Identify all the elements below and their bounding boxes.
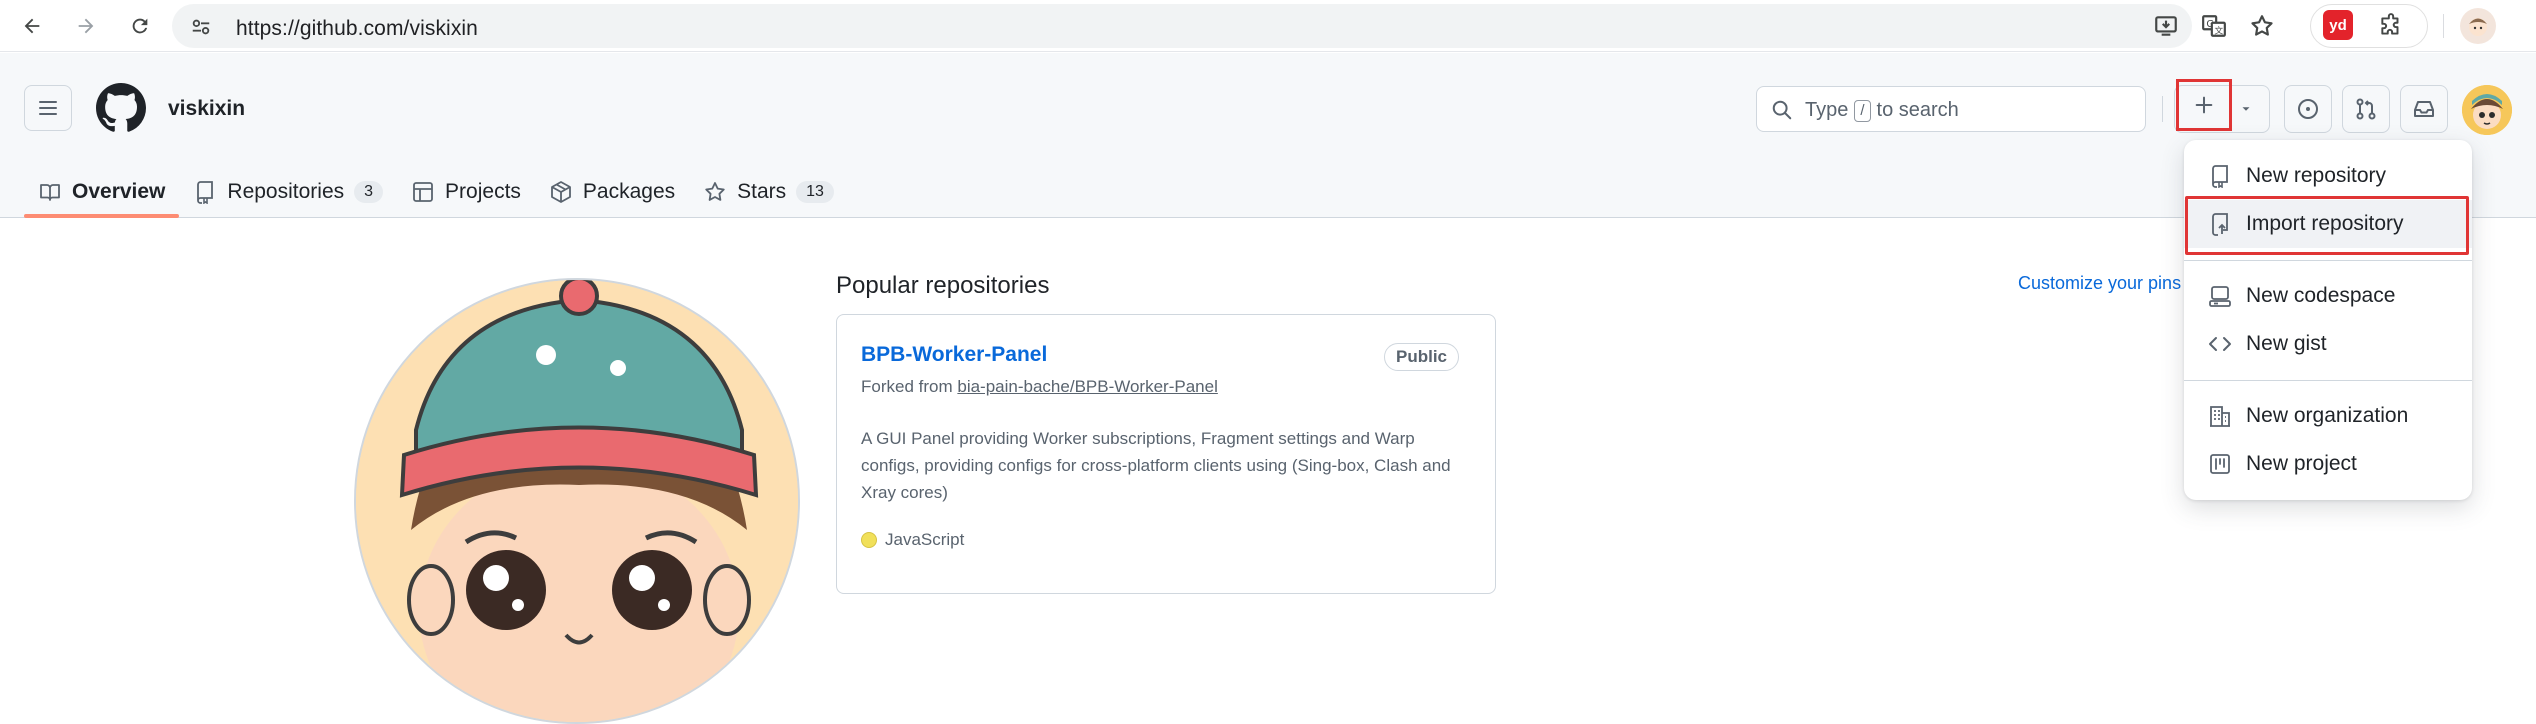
stars-count: 13 xyxy=(796,181,834,203)
menu-item-import-repository[interactable]: Import repository xyxy=(2184,200,2472,248)
visibility-badge: Public xyxy=(1383,343,1459,371)
create-new-dropdown[interactable] xyxy=(2234,97,2258,121)
create-new-menu: New repository Import repository New cod… xyxy=(2184,140,2472,500)
book-icon xyxy=(40,184,60,201)
tab-label: Packages xyxy=(582,180,676,203)
tab-label: Overview xyxy=(72,180,166,203)
open-global-nav-button[interactable] xyxy=(24,85,72,131)
package-icon xyxy=(551,181,571,203)
repo-name-link[interactable]: BPB-Worker-Panel xyxy=(861,343,1047,367)
extensions-puzzle-icon[interactable] xyxy=(2377,12,2405,40)
search-placeholder-prefix: Type xyxy=(1805,99,1849,121)
inbox-button[interactable] xyxy=(2400,85,2448,133)
menu-item-label: New organization xyxy=(2246,404,2409,427)
hamburger-icon xyxy=(39,101,57,115)
repo-push-icon xyxy=(2212,213,2228,236)
install-app-icon[interactable] xyxy=(2152,12,2180,40)
forked-from-label: Forked from xyxy=(861,377,953,396)
menu-divider xyxy=(2184,260,2472,261)
menu-item-new-project[interactable]: New project xyxy=(2184,440,2472,488)
repo-language: JavaScript xyxy=(861,530,964,550)
url-text: https://github.com/viskixin xyxy=(236,17,478,40)
customize-pins-link[interactable]: Customize your pins xyxy=(2018,273,2181,294)
search-icon xyxy=(1772,100,1792,120)
organization-icon xyxy=(2210,406,2230,427)
code-icon xyxy=(2209,337,2231,351)
language-label: JavaScript xyxy=(885,530,965,549)
tab-repositories[interactable]: Repositories 3 xyxy=(179,166,397,218)
repo-description: A GUI Panel providing Worker subscriptio… xyxy=(861,429,1451,502)
star-icon xyxy=(705,182,725,201)
user-avatar[interactable] xyxy=(2462,85,2512,135)
menu-item-label: New gist xyxy=(2246,332,2327,355)
tab-label: Projects xyxy=(445,180,521,203)
profile-tabs: Overview Repositories 3 Projects Package… xyxy=(24,166,848,218)
menu-item-new-repository[interactable]: New repository xyxy=(2184,152,2472,200)
site-settings-icon xyxy=(192,19,210,35)
arrow-left-icon xyxy=(24,18,40,34)
address-bar[interactable]: https://github.com/viskixin xyxy=(172,4,2192,48)
pinned-repo-card: BPB-Worker-Panel Public Forked from bia-… xyxy=(836,314,1496,594)
table-icon xyxy=(413,182,433,202)
header-separator xyxy=(2162,96,2163,122)
tab-label: Stars xyxy=(737,180,787,203)
git-pull-request-icon xyxy=(2356,98,2376,120)
toolbar-separator xyxy=(2443,14,2444,38)
tab-stars[interactable]: Stars 13 xyxy=(689,166,848,218)
tab-label: Repositories xyxy=(227,180,345,203)
svg-text:文: 文 xyxy=(2215,25,2224,37)
youdao-extension-icon[interactable]: yd xyxy=(2323,10,2353,40)
profile-avatar-icon[interactable] xyxy=(2460,8,2496,44)
issues-button[interactable] xyxy=(2284,85,2332,133)
menu-divider xyxy=(2184,380,2472,381)
triangle-down-icon xyxy=(2242,107,2250,111)
search-shortcut-key: / xyxy=(1854,99,1871,122)
search-placeholder-suffix: to search xyxy=(1876,99,1959,121)
pull-requests-button[interactable] xyxy=(2342,85,2390,133)
forward-button[interactable] xyxy=(70,10,102,42)
tab-projects[interactable]: Projects xyxy=(397,166,535,218)
popular-repositories-heading: Popular repositories xyxy=(836,272,1050,299)
plus-icon xyxy=(2195,96,2213,114)
menu-item-label: New repository xyxy=(2246,164,2387,187)
profile-avatar[interactable] xyxy=(354,278,800,724)
reload-icon xyxy=(132,18,148,34)
context-username[interactable]: viskixin xyxy=(168,97,245,121)
forked-source-link[interactable]: bia-pain-bache/BPB-Worker-Panel xyxy=(957,377,1217,396)
repo-icon xyxy=(197,181,214,204)
github-header: viskixin Type / to search Overview Repos… xyxy=(0,53,2536,218)
issue-opened-icon xyxy=(2298,99,2318,119)
repositories-count: 3 xyxy=(354,181,384,203)
tab-overview[interactable]: Overview xyxy=(24,166,180,218)
translate-icon[interactable]: G文 xyxy=(2200,12,2228,40)
menu-item-label: New project xyxy=(2246,452,2357,475)
back-button[interactable] xyxy=(16,10,48,42)
browser-toolbar: https://github.com/viskixin G文 yd xyxy=(0,0,2536,52)
language-color-dot xyxy=(861,532,877,548)
bookmark-star-icon[interactable] xyxy=(2248,12,2276,40)
search-placeholder: Type / to search xyxy=(1805,99,1959,122)
project-icon xyxy=(2210,454,2230,474)
codespaces-icon xyxy=(2209,286,2231,307)
inbox-icon xyxy=(2414,101,2434,117)
menu-item-label: New codespace xyxy=(2246,284,2396,307)
arrow-right-icon xyxy=(78,18,94,34)
create-new-button[interactable] xyxy=(2176,79,2232,131)
menu-item-new-codespace[interactable]: New codespace xyxy=(2184,272,2472,320)
menu-item-label: Import repository xyxy=(2246,212,2404,235)
menu-item-new-organization[interactable]: New organization xyxy=(2184,392,2472,440)
github-logo-icon[interactable] xyxy=(96,83,146,133)
menu-item-new-gist[interactable]: New gist xyxy=(2184,320,2472,368)
search-input[interactable]: Type / to search xyxy=(1756,86,2146,132)
repo-icon xyxy=(2212,165,2228,188)
forked-from-line: Forked from bia-pain-bache/BPB-Worker-Pa… xyxy=(861,377,1218,397)
tab-packages[interactable]: Packages xyxy=(535,166,689,218)
reload-button[interactable] xyxy=(124,10,156,42)
